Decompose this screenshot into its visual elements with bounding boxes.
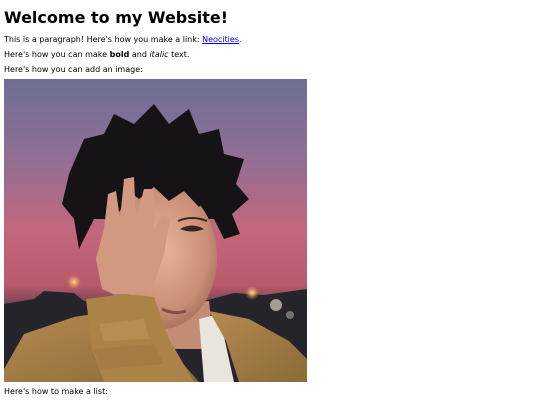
list-intro-paragraph: Here's how to make a list:	[4, 387, 108, 396]
neocities-link[interactable]: Neocities	[202, 35, 239, 44]
portrait-image	[4, 79, 307, 382]
image-intro-paragraph: Here's how you can add an image:	[4, 65, 143, 74]
formatting-text-end: text.	[168, 50, 190, 59]
formatting-paragraph: Here's how you can make bold and italic …	[4, 49, 534, 60]
formatting-text-middle: and	[129, 50, 150, 59]
intro-text-end: .	[239, 35, 242, 44]
page-title: Welcome to my Website!	[4, 8, 229, 27]
bold-text: bold	[109, 50, 130, 59]
page-content: Welcome to my Website! This is a paragra…	[4, 0, 534, 397]
intro-paragraph: This is a paragraph! Here's how you make…	[4, 34, 534, 45]
italic-text: italic	[149, 50, 169, 59]
intro-text: This is a paragraph! Here's how you make…	[4, 35, 203, 44]
formatting-text: Here's how you can make	[4, 50, 110, 59]
